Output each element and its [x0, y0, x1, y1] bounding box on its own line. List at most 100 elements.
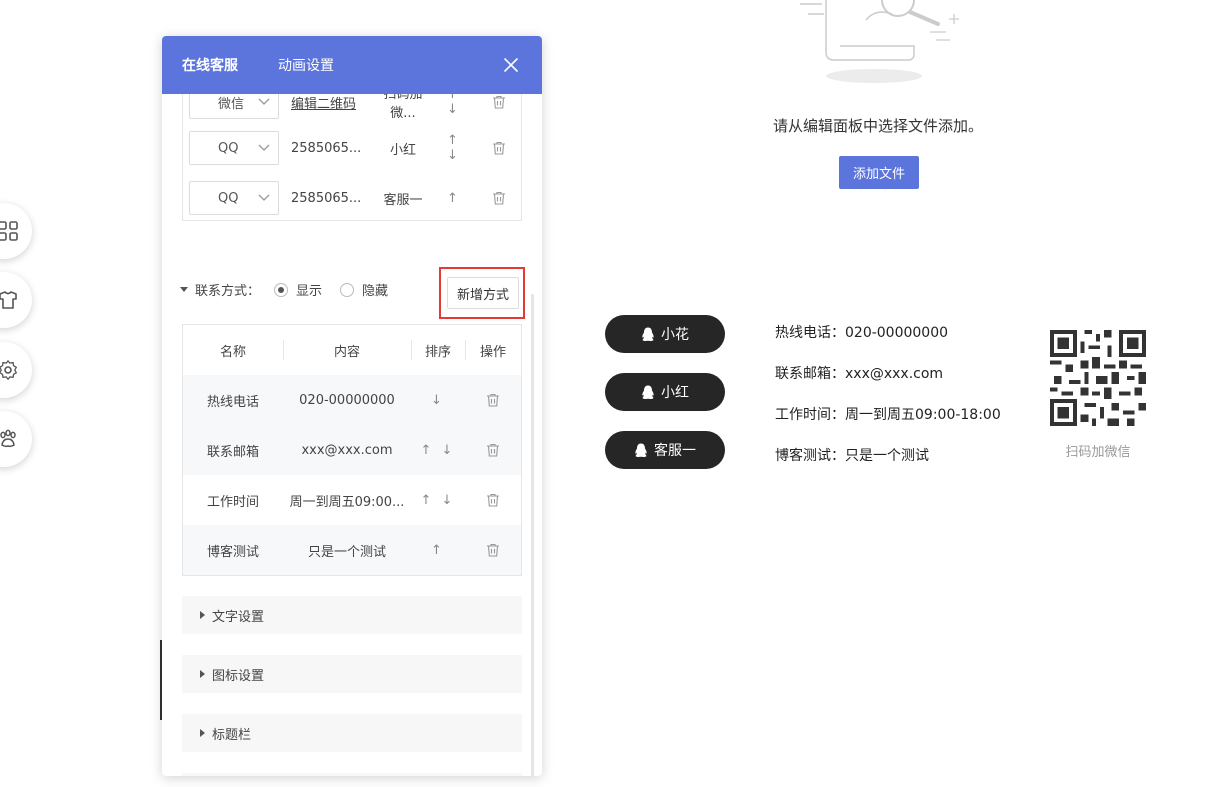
sort-arrows[interactable]: ↓	[411, 393, 465, 408]
service-pill[interactable]: 小红	[605, 373, 725, 411]
gear-icon	[0, 360, 17, 380]
contact-label: 联系方式：	[195, 284, 261, 299]
theme-tool-button[interactable]	[0, 272, 32, 328]
service-account: 2585065...	[291, 190, 362, 206]
sort-arrows[interactable]: ↑	[447, 191, 477, 206]
show-radio-label[interactable]: 显示	[296, 280, 322, 299]
service-row: QQ 2585065... 小红 ↑ ↓	[183, 123, 521, 173]
trash-icon[interactable]	[485, 442, 501, 458]
trash-icon[interactable]	[485, 492, 501, 508]
service-type-value: 微信	[218, 96, 245, 112]
service-type-select[interactable]: QQ	[189, 131, 279, 165]
empty-state-illustration	[800, 0, 959, 83]
service-pill[interactable]: 小花	[605, 315, 725, 353]
info-hours: 工作时间：周一到周五09:00-18:00	[775, 407, 1001, 423]
row-content: 周一到周五09:00...	[289, 494, 405, 510]
collapse-caret-icon[interactable]	[180, 287, 188, 292]
qr-code-image	[1050, 330, 1146, 426]
header-content: 内容	[333, 344, 360, 360]
settings-tool-button[interactable]	[0, 342, 32, 398]
service-type-select[interactable]: QQ	[189, 181, 279, 215]
table-header: 名称 内容 排序 操作	[183, 325, 521, 375]
contact-table: 名称 内容 排序 操作 热线电话 020-00000000 ↓ 联系邮箱 xxx	[182, 324, 522, 576]
qq-penguin-icon	[642, 327, 654, 341]
info-hotline: 热线电话：020-00000000	[775, 325, 949, 341]
online-service-panel: 在线客服 动画设置 微信 编辑二维码 扫码加微... ↑ ↓ QQ 258506…	[162, 36, 542, 776]
grid-tool-button[interactable]	[0, 203, 32, 259]
info-blog: 博客测试：只是一个测试	[775, 448, 929, 464]
trash-icon[interactable]	[485, 392, 501, 408]
chevron-down-icon	[258, 144, 270, 151]
sort-arrows[interactable]: ↑ ↓	[447, 94, 477, 117]
section-label: 文字设置	[212, 609, 265, 625]
service-type-value: QQ	[218, 190, 239, 206]
row-content: 020-00000000	[299, 392, 395, 408]
service-name: 扫码加微...	[383, 94, 423, 121]
scrollbar[interactable]	[531, 294, 534, 776]
close-icon[interactable]	[502, 56, 520, 74]
qq-penguin-icon	[635, 443, 647, 457]
section-icon-settings[interactable]: 图标设置	[182, 655, 522, 693]
service-type-select[interactable]: 微信	[189, 94, 279, 119]
row-name: 工作时间	[206, 494, 259, 510]
qq-penguin-icon	[642, 385, 654, 399]
contact-section-header: 联系方式： 显示 隐藏	[180, 280, 406, 299]
empty-state-text: 请从编辑面板中选择文件添加。	[772, 117, 983, 135]
service-type-value: QQ	[218, 140, 239, 156]
row-content: 只是一个测试	[307, 544, 386, 560]
info-email: 联系邮箱：xxx@xxx.com	[775, 366, 944, 382]
header-sort: 排序	[424, 344, 451, 360]
show-radio[interactable]	[274, 282, 289, 297]
section-text-settings[interactable]: 文字设置	[182, 596, 522, 634]
sort-arrows[interactable]: ↑ ↓	[447, 133, 477, 163]
tab-online-service[interactable]: 在线客服	[182, 55, 238, 75]
add-contact-method-button[interactable]: 新增方式	[447, 277, 519, 309]
shirt-icon	[0, 291, 17, 309]
section-label: 标题栏	[212, 727, 252, 743]
table-row: 联系邮箱 xxx@xxx.com ↑ ↓	[183, 425, 521, 475]
table-row: 博客测试 只是一个测试 ↑	[183, 525, 521, 575]
sort-arrows[interactable]: ↑ ↓	[411, 493, 465, 508]
tab-animation-settings[interactable]: 动画设置	[278, 55, 334, 75]
trash-icon[interactable]	[491, 140, 507, 156]
trash-icon[interactable]	[491, 190, 507, 206]
service-list: 微信 编辑二维码 扫码加微... ↑ ↓ QQ 2585065... 小红 ↑	[182, 94, 522, 221]
chevron-down-icon	[258, 98, 270, 105]
section-more[interactable]	[182, 773, 522, 776]
service-account: 2585065...	[291, 140, 362, 156]
grid-icon	[0, 221, 18, 241]
pill-label: 小花	[661, 327, 689, 343]
service-pill[interactable]: 客服一	[605, 431, 725, 469]
edit-qrcode-link[interactable]: 编辑二维码	[291, 94, 371, 112]
header-name: 名称	[219, 344, 246, 360]
panel-header: 在线客服 动画设置	[162, 36, 542, 94]
sort-arrows[interactable]: ↑ ↓	[411, 443, 465, 458]
qr-caption: 扫码加微信	[1065, 445, 1131, 460]
section-label: 图标设置	[212, 668, 265, 684]
service-name: 小红	[389, 142, 416, 158]
pill-label: 客服一	[654, 443, 696, 459]
expand-caret-icon	[200, 729, 205, 737]
trash-icon[interactable]	[491, 94, 507, 110]
row-content: xxx@xxx.com	[301, 442, 393, 458]
section-title-bar[interactable]: 标题栏	[182, 714, 522, 752]
app-stage: 在线客服 动画设置 微信 编辑二维码 扫码加微... ↑ ↓ QQ 258506…	[0, 0, 1216, 787]
hide-radio[interactable]	[340, 282, 355, 297]
chevron-down-icon	[258, 194, 270, 201]
pill-label: 小红	[661, 385, 689, 401]
trash-icon[interactable]	[485, 542, 501, 558]
expand-caret-icon	[200, 670, 205, 678]
header-op: 操作	[479, 344, 506, 360]
paw-tool-button[interactable]	[0, 411, 32, 467]
expand-caret-icon	[200, 611, 205, 619]
hide-radio-label[interactable]: 隐藏	[362, 280, 388, 299]
paw-icon	[0, 429, 16, 448]
service-name: 客服一	[383, 192, 423, 208]
sort-arrows[interactable]: ↑	[411, 543, 465, 558]
service-row: QQ 2585065... 客服一 ↑	[183, 173, 521, 223]
panel-body: 微信 编辑二维码 扫码加微... ↑ ↓ QQ 2585065... 小红 ↑	[162, 94, 542, 776]
row-name: 联系邮箱	[206, 444, 259, 460]
table-row: 工作时间 周一到周五09:00... ↑ ↓	[183, 475, 521, 525]
add-file-button[interactable]: 添加文件	[839, 156, 919, 189]
row-name: 热线电话	[206, 394, 259, 410]
